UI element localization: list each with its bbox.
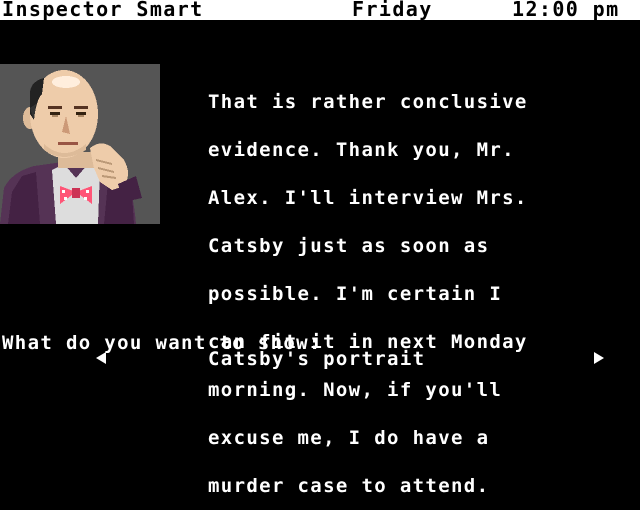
arrow-left-icon[interactable] <box>94 350 108 370</box>
dialogue-line: Alex. I'll interview Mrs. <box>208 187 528 209</box>
status-bar: Inspector Smart Friday 12:00 pm <box>0 0 640 20</box>
dialogue-line: evidence. Thank you, Mr. <box>208 139 515 161</box>
day-label: Friday <box>352 0 433 21</box>
dialogue-line: Catsby just as soon as <box>208 235 490 257</box>
arrow-right-icon[interactable] <box>592 350 606 370</box>
time-label: 12:00 pm <box>512 0 620 21</box>
dialogue-line: murder case to attend. <box>208 475 490 497</box>
dialogue-line: possible. I'm certain I <box>208 283 503 305</box>
dialogue-text: That is rather conclusive evidence. Than… <box>208 62 628 510</box>
character-name: Inspector Smart <box>2 0 204 21</box>
show-item-selector[interactable]: Catsby's portrait <box>208 350 425 369</box>
dialogue-line: morning. Now, if you'll <box>208 379 503 401</box>
inspector-smart-portrait <box>0 64 160 224</box>
dialogue-line: That is rather conclusive <box>208 91 528 113</box>
dialogue-line: excuse me, I do have a <box>208 427 490 449</box>
